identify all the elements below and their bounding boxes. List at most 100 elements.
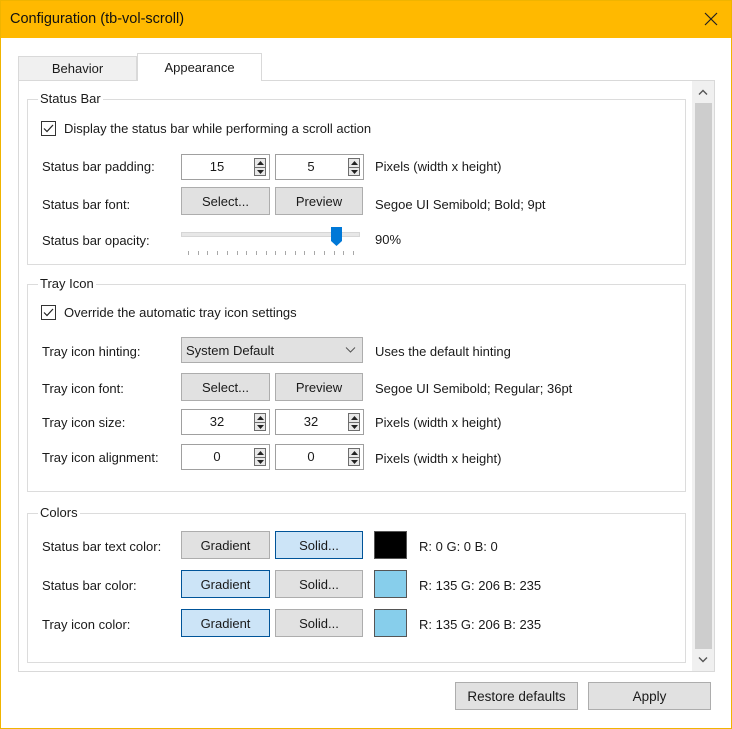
color-value: R: 135 G: 206 B: 235 [419,617,542,632]
slider-tick [285,251,287,255]
arrow-up-icon [256,161,264,165]
close-button[interactable] [699,7,723,31]
tray-icon-size-unit: Pixels (width x height) [375,415,502,430]
chevron-down-icon [345,347,356,353]
override-tray-icon-label: Override the automatic tray icon setting… [64,305,297,320]
title-bar: Configuration (tb-vol-scroll) [1,1,731,38]
configuration-window: Configuration (tb-vol-scroll) Behavior A… [0,0,732,729]
status-bar-padding-width-spinner[interactable]: 15 [181,154,270,180]
spin-up-button[interactable] [348,413,360,422]
gradient-button[interactable]: Gradient [181,609,270,637]
status-bar-font-label: Status bar font: [42,197,131,212]
apply-button[interactable]: Apply [588,682,711,710]
chevron-up-icon [698,89,708,95]
solid-button[interactable]: Solid... [275,570,363,598]
tray-icon-size-width-spinner[interactable]: 32 [181,409,270,435]
spinner-value: 5 [307,159,315,174]
slider-tick [246,251,248,255]
slider-thumb[interactable] [331,227,342,246]
color-swatch[interactable] [374,570,407,598]
status-bar-opacity-slider[interactable] [181,227,361,257]
tray-icon-hinting-label: Tray icon hinting: [42,344,141,359]
arrow-up-icon [350,161,358,165]
tab-appearance[interactable]: Appearance [137,53,262,81]
spinner-value: 32 [209,414,225,429]
spin-down-button[interactable] [254,167,266,176]
spinner-value: 0 [213,449,221,464]
window-title: Configuration (tb-vol-scroll) [10,11,185,27]
arrow-up-icon [256,416,264,420]
arrow-down-icon [256,424,264,429]
spinner-value: 32 [303,414,319,429]
display-status-bar-label: Display the status bar while performing … [64,121,372,136]
tray-icon-group-label: Tray Icon [38,276,96,291]
restore-defaults-button[interactable]: Restore defaults [455,682,578,710]
slider-tick [275,251,277,255]
tray-icon-alignment-y-spinner[interactable]: 0 [275,444,364,470]
button-label: Apply [632,688,667,704]
dropdown-value: System Default [186,343,275,358]
spin-up-button[interactable] [348,158,360,167]
tray-icon-hinting-dropdown[interactable]: System Default [181,337,363,363]
spin-up-button[interactable] [254,448,266,457]
checkmark-icon [43,308,54,317]
solid-button[interactable]: Solid... [275,531,363,559]
arrow-down-icon [256,459,264,464]
status-bar-font-preview-button[interactable]: Preview [275,187,363,215]
tray-icon-alignment-label: Tray icon alignment: [42,450,159,465]
tray-icon-size-height-spinner[interactable]: 32 [275,409,364,435]
spin-down-button[interactable] [254,422,266,431]
tray-icon-alignment-x-spinner[interactable]: 0 [181,444,270,470]
override-tray-icon-checkbox[interactable] [41,305,56,320]
slider-tick [217,251,219,255]
button-label: Restore defaults [467,688,566,704]
tab-behavior-label: Behavior [51,61,104,76]
button-label: Solid... [299,615,339,631]
display-status-bar-checkbox[interactable] [41,121,56,136]
spin-down-button[interactable] [254,457,266,466]
spin-up-button[interactable] [254,413,266,422]
arrow-up-icon [350,451,358,455]
gradient-button[interactable]: Gradient [181,570,270,598]
spin-down-button[interactable] [348,457,360,466]
spinner-value: 0 [307,449,315,464]
slider-tick [353,251,354,255]
tray-icon-hinting-description: Uses the default hinting [375,344,511,359]
arrow-down-icon [350,459,358,464]
vertical-scrollbar[interactable] [692,81,714,671]
tray-icon-size-label: Tray icon size: [42,415,126,430]
status-bar-padding-unit: Pixels (width x height) [375,159,502,174]
button-label: Solid... [299,576,339,592]
button-label: Solid... [299,537,339,553]
slider-tick [314,251,316,255]
color-swatch[interactable] [374,609,407,637]
slider-tick [255,251,257,255]
tab-appearance-label: Appearance [164,60,235,75]
arrow-down-icon [350,424,358,429]
color-value: R: 0 G: 0 B: 0 [419,539,498,554]
button-label: Gradient [200,576,251,592]
spin-down-button[interactable] [348,167,360,176]
scrollbar-thumb[interactable] [695,103,712,649]
tray-icon-font-select-button[interactable]: Select... [181,373,270,401]
arrow-down-icon [350,169,358,174]
scroll-up-button[interactable] [692,81,714,103]
color-row-label: Tray icon color: [42,617,131,632]
gradient-button[interactable]: Gradient [181,531,270,559]
scroll-content: Status Bar Display the status bar while … [19,81,691,671]
spin-down-button[interactable] [348,422,360,431]
spin-up-button[interactable] [254,158,266,167]
status-bar-padding-height-spinner[interactable]: 5 [275,154,364,180]
solid-button[interactable]: Solid... [275,609,363,637]
color-swatch[interactable] [374,531,407,559]
close-icon [704,12,718,26]
spin-up-button[interactable] [348,448,360,457]
status-bar-font-select-button[interactable]: Select... [181,187,270,215]
slider-tick [236,251,238,255]
appearance-panel: Status Bar Display the status bar while … [18,80,715,672]
slider-tick [207,251,209,255]
tab-behavior[interactable]: Behavior [18,56,137,80]
tray-icon-font-preview-button[interactable]: Preview [275,373,363,401]
scroll-down-button[interactable] [692,649,714,671]
slider-tick [294,251,296,255]
